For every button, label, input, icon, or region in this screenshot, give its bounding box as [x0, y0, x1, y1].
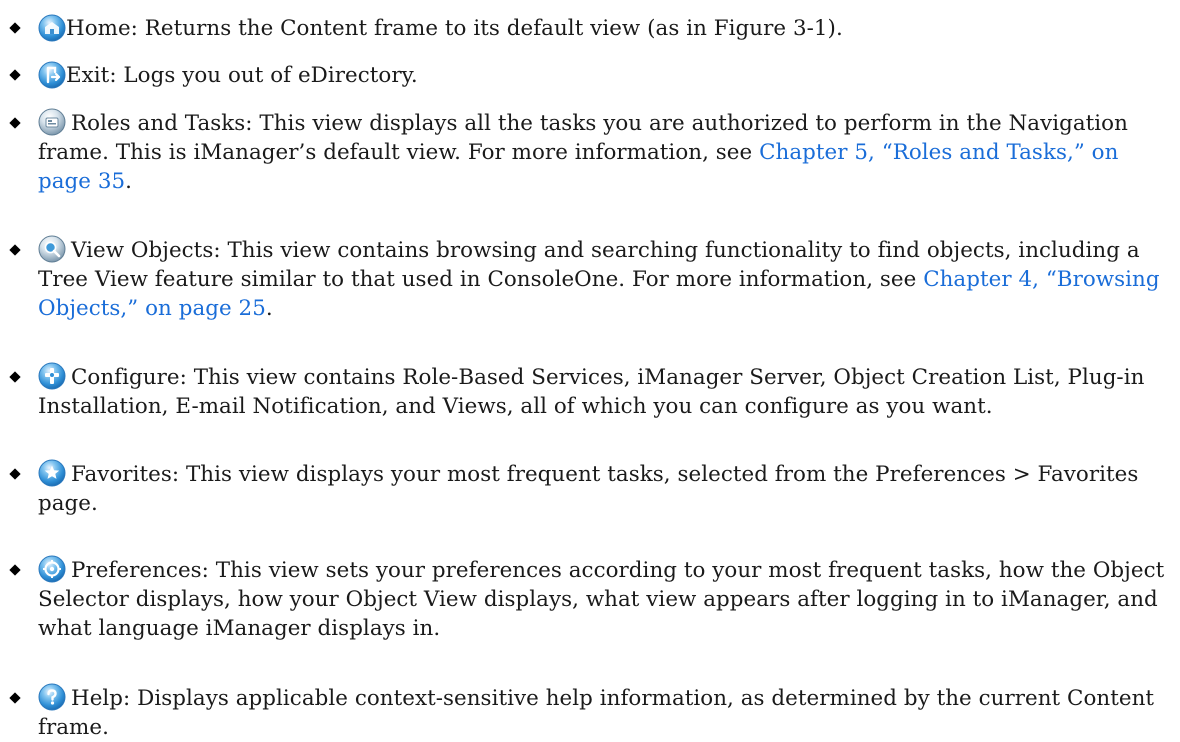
list-item-text: Exit: Logs you out of eDirectory. [66, 63, 418, 88]
list-item-text: Favorites: This view displays your most … [38, 462, 1139, 516]
list-item-text: Home: Returns the Content frame to its d… [66, 16, 843, 41]
bullet-icon [9, 692, 21, 704]
list-item-exit: Exit: Logs you out of eDirectory. [0, 57, 1180, 97]
bullet-icon [9, 117, 21, 129]
list-item-help: Help: Displays applicable context-sensit… [0, 680, 1180, 740]
list-item-text: View Objects: This view contains browsin… [38, 236, 1173, 323]
list-item-home: Home: Returns the Content frame to its d… [0, 10, 1180, 50]
list-item-view-objects: View Objects: This view contains browsin… [0, 232, 1180, 332]
list-item-text-tail: . [265, 296, 273, 321]
list-item-text: Configure: This view contains Role-Based… [38, 365, 1145, 419]
list-item-text: Roles and Tasks: This view displays all … [38, 109, 1173, 196]
bullet-icon [9, 22, 21, 34]
list-item-configure: Configure: This view contains Role-Based… [0, 359, 1180, 429]
list-item-text: Preferences: This view sets your prefere… [38, 558, 1165, 641]
list-item-roles-and-tasks: Roles and Tasks: This view displays all … [0, 105, 1180, 205]
bullet-icon [9, 564, 21, 576]
list-item-preferences: Preferences: This view sets your prefere… [0, 552, 1180, 652]
bullet-icon [9, 468, 21, 480]
bullet-icon [9, 244, 21, 256]
list-item-text: Help: Displays applicable context-sensit… [38, 686, 1155, 740]
bullet-icon [9, 69, 21, 81]
bullet-icon [9, 371, 21, 383]
list-item-text-tail: . [125, 169, 133, 194]
list-item-favorites: Favorites: This view displays your most … [0, 456, 1180, 526]
